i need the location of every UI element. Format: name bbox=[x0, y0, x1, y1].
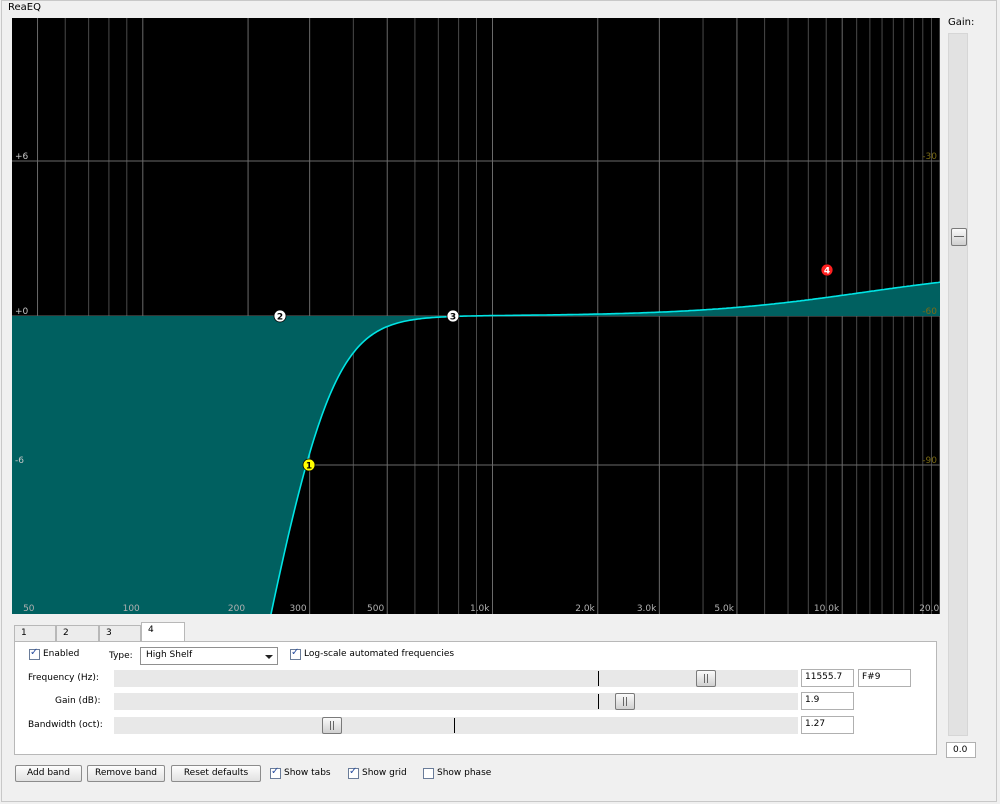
bandwidth-value-field[interactable]: 1.27 bbox=[801, 716, 854, 734]
frequency-value-field[interactable]: 11555.7 bbox=[801, 669, 854, 687]
show-phase-label: Show phase bbox=[437, 768, 492, 778]
tab-band-3[interactable]: 3 bbox=[99, 625, 141, 641]
chevron-down-icon bbox=[265, 655, 273, 659]
note-value-field[interactable]: F#9 bbox=[858, 669, 911, 687]
gain-value-field[interactable]: 0.0 bbox=[946, 742, 976, 758]
frequency-label: 500 bbox=[367, 604, 384, 614]
band-node-label: 3 bbox=[450, 313, 456, 323]
frequency-label: Frequency (Hz): bbox=[28, 673, 99, 683]
band-node-label: 1 bbox=[306, 462, 312, 472]
logscale-label: Log-scale automated frequencies bbox=[304, 649, 455, 659]
phase-label: -90 bbox=[922, 456, 937, 466]
window-title: ReaEQ bbox=[8, 2, 41, 13]
bandwidth-slider-center-mark bbox=[454, 718, 455, 733]
show-tabs-label: Show tabs bbox=[284, 768, 331, 778]
phase-label: -60 bbox=[922, 307, 937, 317]
db-label: -6 bbox=[15, 456, 24, 466]
tab-band-2[interactable]: 2 bbox=[56, 625, 99, 641]
enabled-checkbox[interactable] bbox=[29, 647, 40, 660]
enabled-label: Enabled bbox=[43, 649, 80, 659]
db-label: +0 bbox=[15, 307, 29, 317]
gain-slider-track[interactable] bbox=[948, 33, 968, 736]
frequency-label: 50 bbox=[23, 604, 35, 614]
frequency-label: 20.0k bbox=[919, 604, 940, 614]
gain-slider-thumb[interactable] bbox=[951, 228, 967, 246]
db-label: +6 bbox=[15, 152, 29, 162]
tab-band-1[interactable]: 1 bbox=[14, 625, 56, 641]
eq-graph[interactable]: +6 +0 -6 -30 -60 -90 50 100 200 300 500 1.0k 2.0k 3.0… bbox=[12, 18, 940, 614]
show-tabs-checkbox[interactable] bbox=[270, 766, 281, 779]
tab-band-4[interactable]: 4 bbox=[141, 622, 185, 642]
phase-label: -30 bbox=[922, 152, 937, 162]
bandwidth-slider-thumb[interactable] bbox=[322, 717, 342, 734]
frequency-label: 200 bbox=[228, 604, 245, 614]
add-band-button[interactable]: Add band bbox=[15, 765, 82, 782]
logscale-checkbox[interactable] bbox=[290, 647, 301, 660]
band-node-label: 2 bbox=[277, 313, 283, 323]
type-label: Type: bbox=[109, 651, 133, 661]
reset-defaults-button[interactable]: Reset defaults bbox=[171, 765, 261, 782]
frequency-slider[interactable] bbox=[114, 670, 798, 687]
frequency-label: 2.0k bbox=[575, 604, 595, 614]
frequency-label: 10.0k bbox=[814, 604, 840, 614]
gain-db-label: Gain (dB): bbox=[55, 696, 101, 706]
gain-db-value-field[interactable]: 1.9 bbox=[801, 692, 854, 710]
eq-graph-canvas[interactable]: +6 +0 -6 -30 -60 -90 50 100 200 300 500 1.0k 2.0k 3.0… bbox=[12, 18, 940, 614]
remove-band-button[interactable]: Remove band bbox=[87, 765, 165, 782]
show-grid-checkbox[interactable] bbox=[348, 766, 359, 779]
frequency-label: 5.0k bbox=[714, 604, 734, 614]
frequency-slider-center-mark bbox=[598, 671, 599, 686]
frequency-label: 300 bbox=[289, 604, 306, 614]
frequency-label: 100 bbox=[123, 604, 140, 614]
show-phase-checkbox[interactable] bbox=[423, 768, 434, 779]
band-gain-slider[interactable] bbox=[114, 693, 798, 710]
frequency-label: 3.0k bbox=[637, 604, 657, 614]
type-select[interactable]: High Shelf bbox=[140, 647, 278, 665]
frequency-label: 1.0k bbox=[470, 604, 490, 614]
type-select-value: High Shelf bbox=[146, 650, 193, 660]
gain-label: Gain: bbox=[948, 17, 975, 28]
bandwidth-slider[interactable] bbox=[114, 717, 798, 734]
frequency-slider-thumb[interactable] bbox=[696, 670, 716, 687]
show-grid-label: Show grid bbox=[362, 768, 407, 778]
band-gain-slider-thumb[interactable] bbox=[615, 693, 635, 710]
bandwidth-label: Bandwidth (oct): bbox=[28, 720, 103, 730]
band-gain-slider-center-mark bbox=[598, 694, 599, 709]
band-node-label: 4 bbox=[824, 267, 830, 277]
